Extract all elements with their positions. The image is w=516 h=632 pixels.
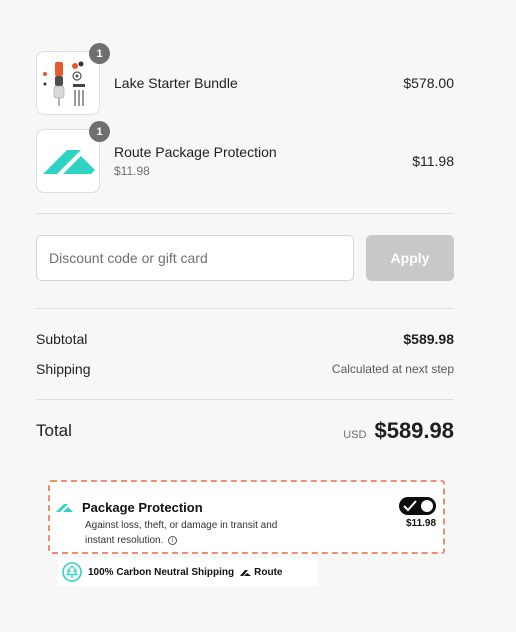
item-price: $578.00 bbox=[403, 75, 454, 91]
line-item-lake-starter-bundle: 1 Lake Starter Bundle $578.00 bbox=[36, 43, 454, 115]
route-brand: Route bbox=[240, 567, 282, 578]
item-name: Lake Starter Bundle bbox=[114, 75, 238, 91]
shipping-label: Shipping bbox=[36, 361, 91, 377]
subtotal-value: $589.98 bbox=[403, 331, 454, 347]
divider bbox=[36, 399, 454, 400]
item-name: Route Package Protection bbox=[114, 144, 277, 160]
description-text: Against loss, theft, or damage in transi… bbox=[85, 520, 278, 546]
item-subtitle: $11.98 bbox=[114, 164, 150, 178]
toggle-knob bbox=[421, 500, 433, 512]
item-price: $11.98 bbox=[412, 153, 454, 169]
total-label: Total bbox=[36, 421, 72, 440]
quantity-badge: 1 bbox=[89, 121, 110, 142]
divider bbox=[36, 213, 454, 214]
package-protection-toggle[interactable] bbox=[399, 497, 436, 515]
checkmark-icon bbox=[403, 500, 417, 512]
discount-code-input[interactable] bbox=[36, 235, 354, 281]
tree-icon bbox=[62, 562, 82, 582]
product-image-route-package-protection: 1 bbox=[36, 121, 110, 193]
carbon-neutral-row: 100% Carbon Neutral Shipping Route bbox=[58, 558, 318, 586]
route-logo-product-image bbox=[43, 150, 95, 174]
package-protection-description: Against loss, theft, or damage in transi… bbox=[85, 518, 295, 548]
total-row: Total USD $589.98 bbox=[36, 418, 454, 444]
total-value-group: USD $589.98 bbox=[343, 418, 454, 444]
product-image-lake-starter-bundle: 1 bbox=[36, 43, 110, 115]
divider bbox=[36, 308, 454, 309]
fishing-bundle-product-image bbox=[43, 61, 85, 106]
route-brand-name: Route bbox=[254, 566, 283, 578]
info-icon[interactable]: i bbox=[168, 535, 178, 545]
route-logo-icon bbox=[240, 570, 252, 576]
item-info: Lake Starter Bundle bbox=[114, 75, 403, 91]
quantity-badge: 1 bbox=[89, 43, 110, 64]
package-protection-price: $11.98 bbox=[406, 518, 437, 529]
carbon-neutral-text: 100% Carbon Neutral Shipping bbox=[88, 566, 235, 578]
subtotal-row: Subtotal $589.98 bbox=[36, 330, 454, 348]
subtotal-label: Subtotal bbox=[36, 331, 88, 347]
currency-code: USD bbox=[343, 429, 367, 441]
route-logo-icon bbox=[56, 504, 73, 512]
shipping-row: Shipping Calculated at next step bbox=[36, 360, 454, 378]
apply-button[interactable]: Apply bbox=[366, 235, 454, 281]
package-protection-title: Package Protection bbox=[82, 500, 203, 515]
line-item-route-package-protection: 1 Route Package Protection $11.98 $11.98 bbox=[36, 121, 454, 193]
package-protection-widget: Package Protection Against loss, theft, … bbox=[48, 480, 445, 554]
shipping-value: Calculated at next step bbox=[331, 362, 454, 376]
item-info: Route Package Protection $11.98 bbox=[114, 144, 412, 178]
total-amount: $589.98 bbox=[374, 418, 454, 443]
